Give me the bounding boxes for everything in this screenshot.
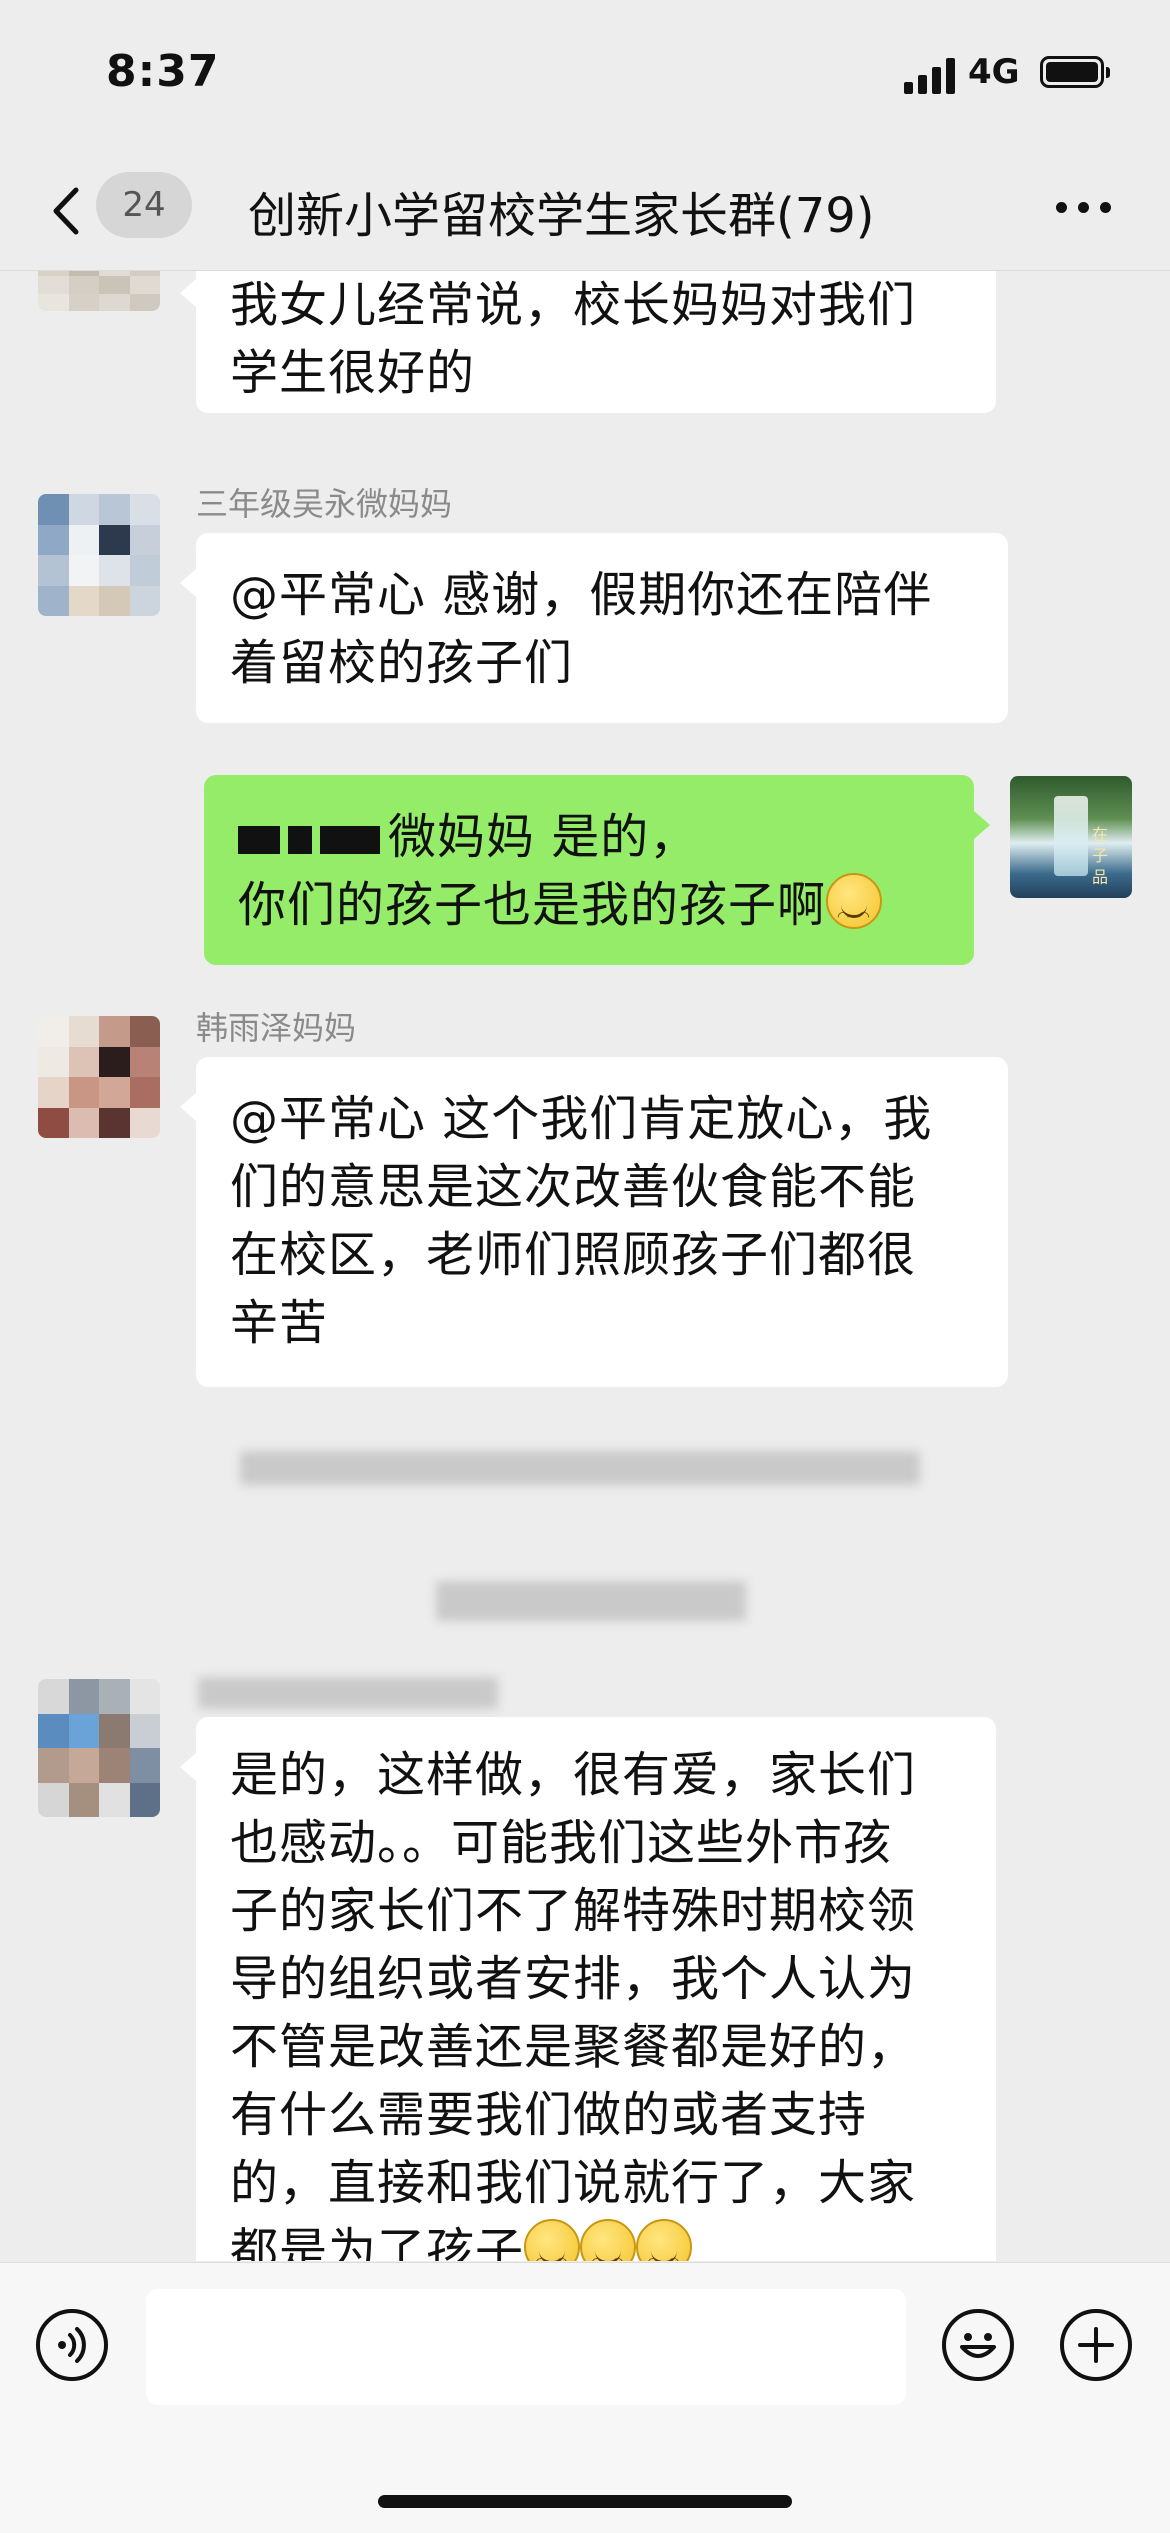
message-bubble[interactable]: @平常心 这个我们肯定放心，我 们的意思是这次改善伙食能不能 在校区，老师们照顾… [180, 1057, 1008, 1387]
message-text: 都是为了孩子 [230, 2223, 525, 2261]
message-line: 是的，这样做，很有爱，家长们 [230, 1747, 917, 1803]
message-line: 都是为了孩子 [230, 2217, 962, 2261]
system-notice-redacted [240, 1451, 920, 1485]
plus-icon [1078, 2327, 1114, 2363]
battery-icon [1040, 56, 1110, 88]
message-line: 子的家长们不了解特殊时期校领 [230, 1883, 917, 1939]
message-line: 辛苦 [230, 1295, 329, 1351]
message-line: 着留校的孩子们 [230, 635, 574, 691]
smile-emoji-icon [580, 2219, 637, 2261]
page-title: 创新小学留校学生家长群(79) [248, 188, 875, 244]
message-line: 也感动。。可能我们这些外市孩 [230, 1815, 893, 1871]
redaction-block [320, 826, 380, 854]
message-line-redacted: 微妈妈 是的， [238, 803, 940, 871]
message-line: 有什么需要我们做的或者支持 [230, 2087, 868, 2143]
message-list[interactable]: 我女儿经常说，校长妈妈对我们 学生很好的 三年级吴永微妈妈 @平常心 感谢，假期… [0, 271, 1170, 2261]
voice-button[interactable] [36, 2309, 108, 2381]
timestamp-redacted [436, 1581, 746, 1621]
ellipsis-icon [1056, 202, 1067, 213]
input-bar [0, 2262, 1170, 2533]
message-input[interactable] [146, 2289, 906, 2405]
redaction-block [288, 826, 312, 854]
message-line: 不管是改善还是聚餐都是好的， [230, 2019, 917, 2075]
message-line: 们的意思是这次改善伙食能不能 [230, 1159, 917, 1215]
message-line: 导的组织或者安排，我个人认为 [230, 1951, 917, 2007]
message-text: 你们的孩子也是我的孩子啊 [238, 877, 827, 933]
voice-icon [58, 2327, 86, 2363]
status-time: 8:37 [106, 46, 220, 97]
avatar[interactable] [38, 271, 160, 311]
network-type: 4G [968, 52, 1020, 92]
emoji-icon [960, 2333, 996, 2358]
home-indicator[interactable] [378, 2495, 792, 2508]
sender-name: 韩雨泽妈妈 [196, 1009, 357, 1047]
emoji-button[interactable] [942, 2309, 1014, 2381]
signal-icon [904, 58, 958, 94]
message-bubble[interactable]: @平常心 感谢，假期你还在陪伴 着留校的孩子们 [180, 533, 1008, 723]
more-button[interactable] [1056, 198, 1116, 218]
avatar[interactable] [38, 1016, 160, 1138]
unread-badge[interactable]: 24 [96, 172, 192, 238]
avatar[interactable] [38, 1679, 160, 1817]
message-line: 你们的孩子也是我的孩子啊 [238, 871, 940, 951]
message-line: 在校区，老师们照顾孩子们都很 [230, 1227, 917, 1283]
self-avatar[interactable]: 在 子 品 [1010, 776, 1132, 898]
message-line: @平常心 感谢，假期你还在陪伴 [230, 567, 933, 623]
message-line: @平常心 这个我们肯定放心，我 [230, 1091, 933, 1147]
message-bubble[interactable]: 是的，这样做，很有爱，家长们 也感动。。可能我们这些外市孩 子的家长们不了解特殊… [180, 1717, 996, 2261]
message-line: 的，直接和我们说就行了，大家 [230, 2155, 917, 2211]
smile-emoji-icon [524, 2219, 581, 2261]
avatar[interactable] [38, 494, 160, 616]
status-bar: 8:37 4G [0, 0, 1170, 150]
sender-name-redacted [198, 1677, 498, 1709]
chat-header: 24 创新小学留校学生家长群(79) [0, 150, 1170, 271]
smile-emoji-icon [636, 2219, 693, 2261]
message-line-visible: 微妈妈 是的， [388, 809, 699, 865]
avatar-caption: 在 子 品 [1089, 826, 1108, 885]
sender-name: 三年级吴永微妈妈 [196, 485, 453, 523]
message-line: 我女儿经常说，校长妈妈对我们 [230, 277, 917, 333]
message-bubble-self[interactable]: 微妈妈 是的， 你们的孩子也是我的孩子啊 [204, 775, 990, 965]
redaction-block [238, 826, 280, 854]
add-button[interactable] [1060, 2309, 1132, 2381]
message-bubble[interactable]: 我女儿经常说，校长妈妈对我们 学生很好的 [180, 271, 996, 413]
message-line: 学生很好的 [230, 345, 476, 401]
smile-emoji-icon [826, 873, 883, 951]
